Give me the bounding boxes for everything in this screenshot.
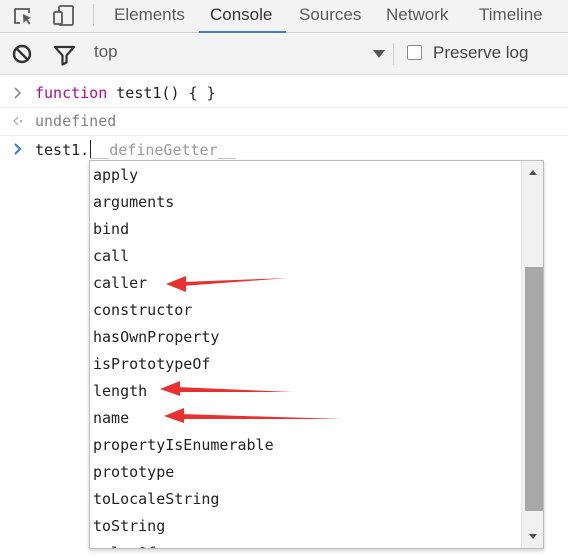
console-input-message: function test1() { } [0, 80, 568, 108]
clear-console-icon[interactable] [11, 43, 35, 67]
active-tab-indicator [199, 31, 286, 33]
console-toolbar: top Preserve log [0, 34, 568, 75]
result-arrow-icon [12, 114, 24, 128]
execution-context-select[interactable]: top [94, 42, 118, 62]
suggestion-item[interactable]: constructor [93, 297, 192, 324]
preserve-log-label: Preserve log [433, 43, 529, 62]
prompt-chevron-icon [12, 142, 24, 156]
suggestion-item[interactable]: propertyIsEnumerable [93, 432, 274, 459]
preserve-log-checkbox[interactable] [407, 45, 422, 60]
tab-sources[interactable]: Sources [299, 0, 361, 33]
suggestion-item[interactable]: call [93, 243, 129, 270]
suggestion-item[interactable]: caller [93, 270, 147, 297]
filter-icon[interactable] [53, 44, 77, 68]
suggestion-item[interactable]: bind [93, 216, 129, 243]
suggestion-item[interactable]: isPrototypeOf [93, 351, 210, 378]
tab-elements[interactable]: Elements [114, 0, 185, 33]
input-chevron-icon [12, 86, 24, 100]
console-result-message: undefined [0, 108, 568, 136]
chevron-down-icon[interactable] [372, 46, 386, 64]
code-keyword: function [35, 84, 108, 102]
result-value: undefined [35, 112, 117, 130]
suggestion-item[interactable]: arguments [93, 189, 174, 216]
devtools-tab-bar: Elements Console Sources Network Timelin… [0, 0, 568, 33]
tab-network[interactable]: Network [386, 0, 448, 33]
suggestion-item[interactable]: length [93, 378, 147, 405]
suggestion-item[interactable]: apply [93, 162, 138, 189]
suggestion-item[interactable]: toString [93, 513, 165, 540]
autocomplete-suggest-box[interactable]: apply arguments bind call caller constru… [89, 160, 544, 549]
scrollbar-thumb[interactable] [525, 267, 543, 511]
suggestion-item[interactable]: toLocaleString [93, 486, 219, 513]
tab-console[interactable]: Console [210, 0, 272, 33]
suggestion-item[interactable]: prototype [93, 459, 174, 486]
code-text: test1() { } [107, 84, 216, 102]
device-mode-icon[interactable] [52, 0, 82, 32]
tab-timeline[interactable]: Timeline [479, 0, 543, 33]
prompt-input-text[interactable]: test1. [35, 141, 89, 159]
suggest-scrollbar[interactable] [521, 161, 543, 548]
toolbar-divider [93, 4, 94, 26]
toolbar-divider [393, 43, 394, 65]
suggestion-item[interactable]: name [93, 405, 129, 432]
scroll-down-arrow-icon[interactable] [522, 528, 543, 546]
autocomplete-ghost-text: __defineGetter__ [91, 141, 236, 159]
inspect-element-icon[interactable] [10, 0, 40, 32]
suggestion-item[interactable]: valueOf [93, 540, 156, 548]
suggestion-item[interactable]: hasOwnProperty [93, 324, 219, 351]
scroll-up-arrow-icon[interactable] [522, 163, 543, 181]
